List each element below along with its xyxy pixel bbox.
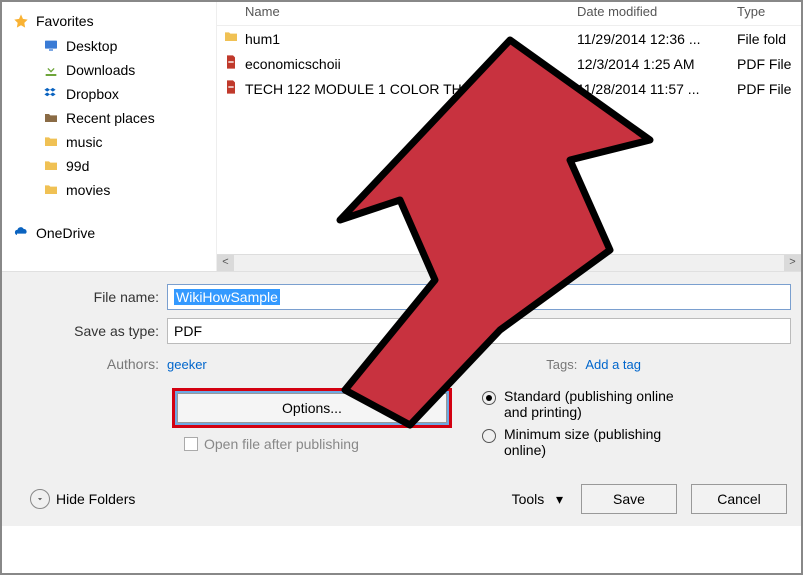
authors-label: Authors: [12,356,167,372]
file-date: 12/3/2014 1:25 AM [577,56,737,72]
hide-folders-button[interactable]: Hide Folders [16,489,135,509]
folder-icon [42,133,60,151]
pdf-icon [217,54,245,73]
scroll-right-arrow[interactable]: > [784,255,801,271]
onedrive-icon [12,224,30,242]
column-headers: Name Date modified Type [217,2,801,26]
sidebar-item-music[interactable]: music [8,130,216,154]
filename-input[interactable]: WikiHowSample [167,284,791,310]
save-form: File name: WikiHowSample Save as type: P… [2,272,801,526]
sidebar-section-onedrive[interactable]: OneDrive [8,220,216,246]
scroll-left-arrow[interactable]: < [217,255,234,271]
sidebar-item-movies[interactable]: movies [8,178,216,202]
onedrive-label: OneDrive [36,225,95,241]
open-after-label: Open file after publishing [204,436,359,452]
tools-label: Tools [512,491,545,507]
file-type: PDF File [737,56,801,72]
sidebar-item-dropbox[interactable]: Dropbox [8,82,216,106]
save-button[interactable]: Save [581,484,677,514]
horizontal-scrollbar[interactable]: < > [217,254,801,271]
tools-menu[interactable]: Tools ▾ [512,491,567,508]
radio-icon [482,429,496,443]
file-date: 11/28/2014 11:57 ... [577,81,737,97]
sidebar-item-recent[interactable]: Recent places [8,106,216,130]
folder-icon [42,157,60,175]
filename-value: WikiHowSample [174,289,280,305]
tags-label: Tags: [546,357,577,372]
sidebar-item-label: 99d [66,158,89,174]
column-name[interactable]: Name [217,4,577,19]
folder-icon [217,29,245,48]
downloads-icon [42,61,60,79]
options-button[interactable]: Options... [177,393,447,423]
navigation-sidebar: Favorites Desktop Downloads Dropbox Rece… [2,2,217,271]
sidebar-item-label: Dropbox [66,86,119,102]
cancel-button[interactable]: Cancel [691,484,787,514]
file-name: economicschoii [245,56,577,72]
dropbox-icon [42,85,60,103]
hide-folders-label: Hide Folders [56,491,135,507]
file-type: PDF File [737,81,801,97]
file-date: 11/29/2014 12:36 ... [577,31,737,47]
column-type[interactable]: Type [737,4,801,19]
authors-value[interactable]: geeker [167,357,207,372]
sidebar-item-label: Desktop [66,38,117,54]
column-date[interactable]: Date modified [577,4,737,19]
sidebar-item-label: movies [66,182,110,198]
open-after-checkbox[interactable] [184,437,198,451]
radio-standard[interactable]: Standard (publishing online and printing… [482,388,791,420]
saveastype-combo[interactable]: PDF [167,318,791,344]
filename-label: File name: [12,289,167,305]
desktop-icon [42,37,60,55]
file-row[interactable]: economicschoii 12/3/2014 1:25 AM PDF Fil… [217,51,801,76]
file-list: Name Date modified Type hum1 11/29/2014 … [217,2,801,271]
sidebar-item-label: Downloads [66,62,135,78]
sidebar-item-desktop[interactable]: Desktop [8,34,216,58]
sidebar-item-downloads[interactable]: Downloads [8,58,216,82]
sidebar-section-favorites[interactable]: Favorites [8,8,216,34]
file-row[interactable]: TECH 122 MODULE 1 COLOR THEORIES(2) 11/2… [217,76,801,101]
sidebar-item-label: Recent places [66,110,155,126]
tags-value[interactable]: Add a tag [585,357,641,372]
radio-standard-label: Standard (publishing online and printing… [504,388,684,420]
radio-minimum-label: Minimum size (publishing online) [504,426,684,458]
options-button-highlight: Options... [172,388,452,428]
radio-icon [482,391,496,405]
file-row[interactable]: hum1 11/29/2014 12:36 ... File fold [217,26,801,51]
sidebar-item-99d[interactable]: 99d [8,154,216,178]
star-icon [12,12,30,30]
chevron-down-icon [30,489,50,509]
radio-minimum[interactable]: Minimum size (publishing online) [482,426,791,458]
saveastype-value: PDF [174,323,202,339]
recent-icon [42,109,60,127]
file-type: File fold [737,31,801,47]
favorites-label: Favorites [36,13,94,29]
saveastype-label: Save as type: [12,323,167,339]
folder-icon [42,181,60,199]
file-name: TECH 122 MODULE 1 COLOR THEORIES(2) [245,81,577,97]
pdf-icon [217,79,245,98]
file-name: hum1 [245,31,577,47]
sidebar-item-label: music [66,134,103,150]
